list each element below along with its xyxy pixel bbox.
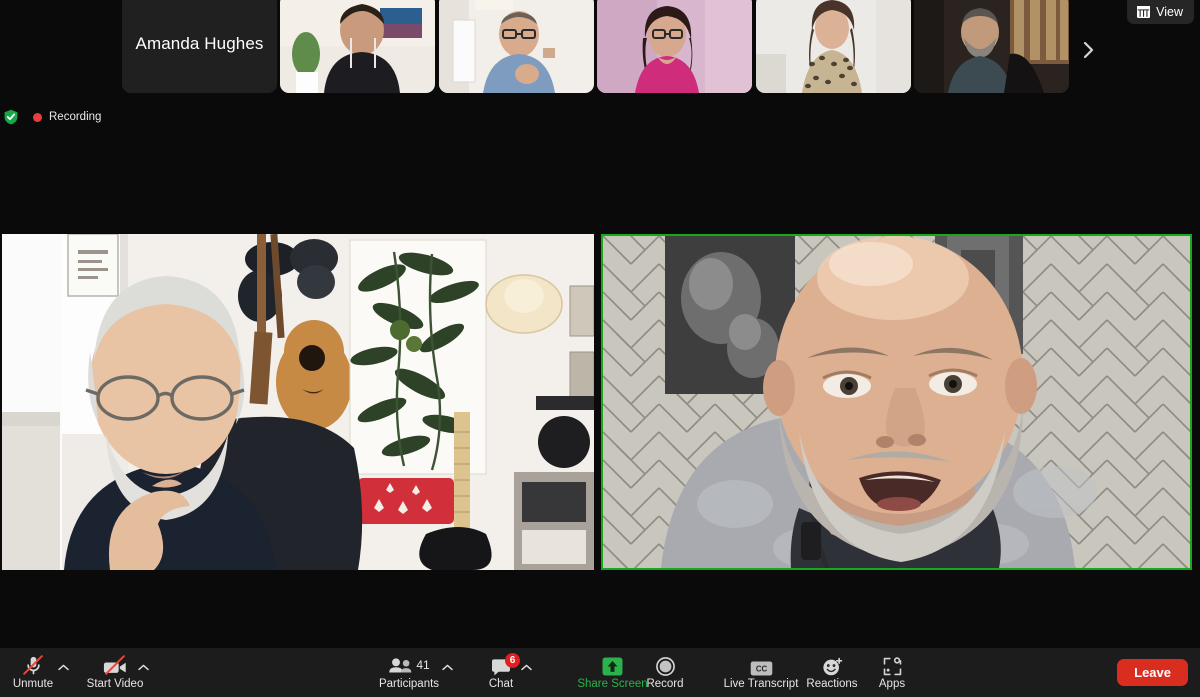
meeting-toolbar: Unmute Start Video 41 Participants 6 Cha… xyxy=(0,648,1200,697)
svg-text:CC: CC xyxy=(755,665,767,674)
chat-icon-group: 6 xyxy=(491,653,520,676)
apps-button-label: Apps xyxy=(878,678,906,691)
thumbnail-tile-2[interactable] xyxy=(439,0,594,93)
thumbnail-video-feed xyxy=(597,0,752,93)
participant-filmstrip: Amanda Hughes xyxy=(0,0,1200,104)
main-video-stage xyxy=(0,234,1200,570)
thumbnail-video-feed xyxy=(914,0,1069,93)
start-video-button-label: Start Video xyxy=(86,678,144,691)
thumbnail-video-feed xyxy=(280,0,435,93)
chat-unread-badge: 6 xyxy=(505,653,520,669)
participants-icon-group: 41 xyxy=(388,654,430,676)
thumbnail-video-feed xyxy=(756,0,911,93)
apps-button[interactable]: Apps xyxy=(862,648,922,697)
zoom-meeting-window: Amanda Hughes View Recording Unmute Star… xyxy=(0,0,1200,697)
shield-check-icon[interactable] xyxy=(3,109,19,125)
video-feed-left xyxy=(2,234,594,570)
view-button-label: View xyxy=(1156,5,1183,19)
audio-options-chevron-up-icon[interactable] xyxy=(56,660,70,674)
chat-button[interactable]: 6 Chat xyxy=(478,648,524,697)
closed-caption-icon: CC xyxy=(750,654,773,676)
recording-label: Recording xyxy=(49,111,102,123)
video-feed-right xyxy=(603,236,1190,568)
thumbnail-participant-name: Amanda Hughes xyxy=(135,33,264,53)
record-circle-icon xyxy=(655,654,675,677)
grid-view-icon xyxy=(1137,6,1151,18)
participants-button-label: Participants xyxy=(378,678,440,691)
camera-off-icon xyxy=(103,654,127,676)
view-button[interactable]: View xyxy=(1127,0,1194,24)
thumbnail-tile-amanda-hughes[interactable]: Amanda Hughes xyxy=(122,0,277,93)
participants-button[interactable]: 41 Participants xyxy=(374,648,444,697)
recording-dot-icon xyxy=(33,112,42,122)
thumbnail-tile-5[interactable] xyxy=(914,0,1069,93)
microphone-muted-icon xyxy=(22,654,44,676)
thumbnail-tile-3[interactable] xyxy=(597,0,752,93)
unmute-button[interactable]: Unmute xyxy=(8,648,58,697)
video-options-chevron-up-icon[interactable] xyxy=(136,660,150,674)
participants-options-chevron-up-icon[interactable] xyxy=(440,660,454,674)
share-screen-icon xyxy=(602,654,623,676)
record-button-label: Record xyxy=(646,678,684,691)
recording-indicator[interactable]: Recording xyxy=(33,111,101,123)
chat-options-chevron-up-icon[interactable] xyxy=(519,660,533,674)
apps-bracket-icon xyxy=(883,654,902,676)
unmute-button-label: Unmute xyxy=(12,678,54,691)
leave-button[interactable]: Leave xyxy=(1117,659,1188,686)
chat-button-label: Chat xyxy=(488,678,514,691)
main-video-tile-left[interactable] xyxy=(2,234,594,570)
thumbnail-tile-4[interactable] xyxy=(756,0,911,93)
reactions-button-label: Reactions xyxy=(806,678,858,691)
main-video-tile-right-active-speaker[interactable] xyxy=(601,234,1192,570)
participants-count: 41 xyxy=(416,658,430,673)
thumbnail-video-feed xyxy=(439,0,594,93)
reactions-smiley-icon xyxy=(822,654,843,676)
meeting-status-bar: Recording xyxy=(0,105,101,129)
filmstrip-next-chevron-right-icon[interactable] xyxy=(1076,36,1100,64)
chat-bubble-icon: 6 xyxy=(491,653,520,676)
participants-icon xyxy=(388,658,413,673)
thumbnail-tile-1[interactable] xyxy=(280,0,435,93)
